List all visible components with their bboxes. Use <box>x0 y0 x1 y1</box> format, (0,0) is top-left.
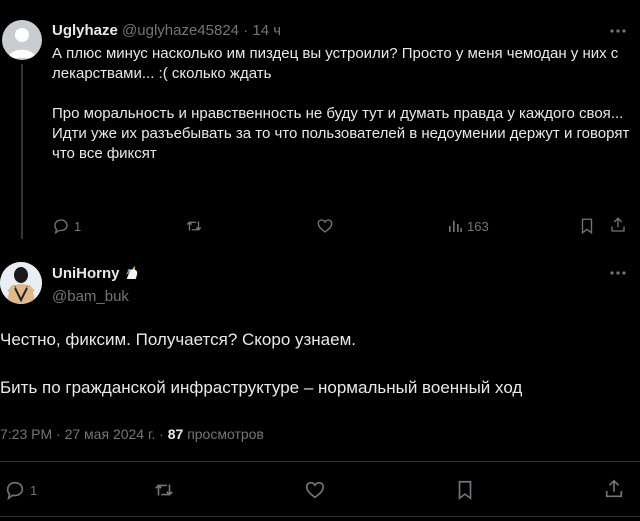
main-views-count[interactable]: 87 <box>168 426 184 442</box>
more-icon <box>610 29 626 33</box>
reply-reply-button[interactable]: 1 <box>52 217 81 235</box>
bookmark-icon <box>458 480 472 500</box>
divider-top <box>0 461 640 462</box>
meta-separator: · <box>56 426 61 442</box>
thread-line <box>21 64 23 239</box>
main-time[interactable]: 7:23 PM <box>0 426 52 442</box>
reply-retweet-button[interactable] <box>184 217 204 235</box>
main-display-name[interactable]: UniHorny <box>52 265 120 282</box>
meta-separator: · <box>159 426 164 442</box>
main-views-label[interactable]: просмотров <box>187 426 264 442</box>
reply-header: Uglyhaze @uglyhaze45824 · 14 ч <box>52 22 281 39</box>
reply-icon <box>6 481 24 501</box>
main-more-button[interactable] <box>608 263 628 283</box>
main-text: Честно, фиксим. Получается? Скоро узнаем… <box>0 330 523 397</box>
reply-time[interactable]: 14 ч <box>252 22 281 39</box>
main-display-name-row: UniHorny <box>52 264 141 282</box>
divider-bottom <box>0 516 640 517</box>
main-like-button[interactable] <box>304 479 326 501</box>
reply-display-name[interactable]: Uglyhaze <box>52 22 118 39</box>
main-meta: 7:23 PM · 27 мая 2024 г. · 87 просмотров <box>0 426 264 442</box>
reply-reply-count: 1 <box>74 218 82 234</box>
reply-text: А плюс минус насколько им пиздец вы устр… <box>52 45 630 162</box>
main-retweet-button[interactable] <box>152 479 176 501</box>
reply-icon <box>54 219 68 235</box>
reply-handle[interactable]: @uglyhaze45824 <box>122 22 239 39</box>
main-date[interactable]: 27 мая 2024 г. <box>65 426 156 442</box>
main-avatar[interactable] <box>0 262 42 304</box>
more-icon <box>610 271 626 275</box>
main-reply-count: 1 <box>30 482 38 498</box>
reply-avatar[interactable] <box>2 20 42 60</box>
main-reply-button[interactable]: 1 <box>4 479 37 501</box>
reply-views-count: 163 <box>467 218 489 234</box>
bookmark-icon <box>581 218 593 235</box>
reply-like-button[interactable] <box>316 217 334 235</box>
reply-views-button[interactable]: 163 <box>447 217 489 235</box>
reply-more-button[interactable] <box>608 21 628 41</box>
share-icon <box>611 217 625 232</box>
reply-bookmark-button[interactable] <box>578 217 596 235</box>
main-share-button[interactable] <box>603 478 625 500</box>
like-icon <box>317 219 333 233</box>
reply-separator: · <box>243 22 249 39</box>
like-icon <box>305 481 325 499</box>
views-icon <box>449 220 462 232</box>
unicorn-icon <box>125 265 137 279</box>
main-bookmark-button[interactable] <box>454 479 476 501</box>
reply-share-button[interactable] <box>609 216 627 234</box>
retweet-icon <box>155 484 173 496</box>
retweet-icon <box>186 221 202 231</box>
main-handle[interactable]: @bam_buk <box>52 288 129 305</box>
share-icon <box>605 479 623 498</box>
